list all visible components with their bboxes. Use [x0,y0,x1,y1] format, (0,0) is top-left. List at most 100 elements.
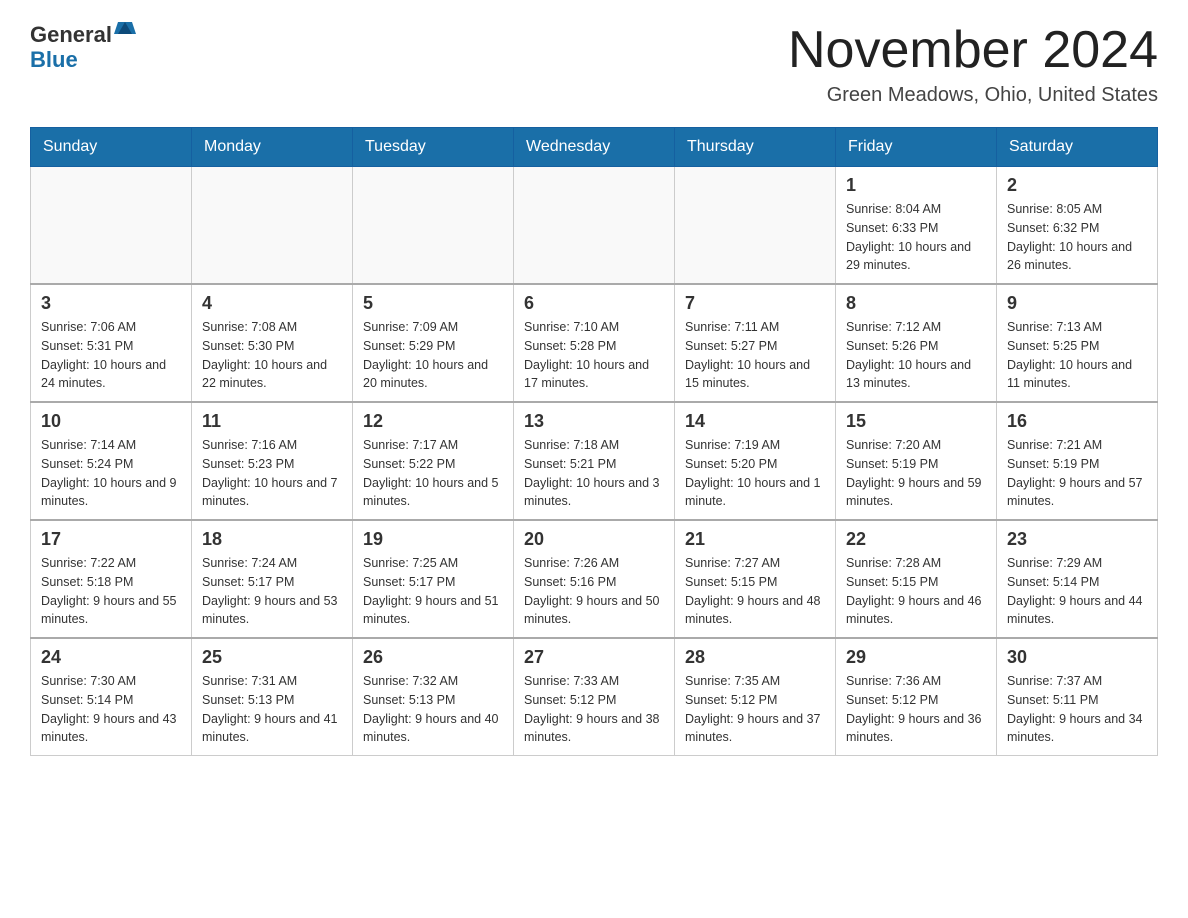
day-number: 11 [202,411,342,432]
day-info: Sunrise: 7:18 AM Sunset: 5:21 PM Dayligh… [524,436,664,511]
col-sunday: Sunday [31,128,192,167]
calendar-cell: 18Sunrise: 7:24 AM Sunset: 5:17 PM Dayli… [192,520,353,638]
cell-content: 27Sunrise: 7:33 AM Sunset: 5:12 PM Dayli… [524,647,664,747]
day-info: Sunrise: 7:09 AM Sunset: 5:29 PM Dayligh… [363,318,503,393]
calendar-cell [192,167,353,285]
col-saturday: Saturday [997,128,1158,167]
day-number: 25 [202,647,342,668]
cell-content: 28Sunrise: 7:35 AM Sunset: 5:12 PM Dayli… [685,647,825,747]
cell-content: 23Sunrise: 7:29 AM Sunset: 5:14 PM Dayli… [1007,529,1147,629]
cell-content: 16 Sunrise: 7:21 AM Sunset: 5:19 PM Dayli… [1007,411,1147,511]
cell-content: 24 Sunrise: 7:30 AM Sunset: 5:14 PM Dayli… [41,647,181,747]
cell-content: 6 Sunrise: 7:10 AM Sunset: 5:28 PM Daylig… [524,293,664,393]
day-number: 29 [846,647,986,668]
day-info: Sunrise: 7:36 AM Sunset: 5:12 PM Dayligh… [846,672,986,747]
calendar-cell: 28Sunrise: 7:35 AM Sunset: 5:12 PM Dayli… [675,638,836,756]
day-number: 24 [41,647,181,668]
day-info: Sunrise: 7:13 AM Sunset: 5:25 PM Dayligh… [1007,318,1147,393]
day-info: Sunrise: 7:10 AM Sunset: 5:28 PM Dayligh… [524,318,664,393]
day-number: 18 [202,529,342,550]
calendar-cell: 23Sunrise: 7:29 AM Sunset: 5:14 PM Dayli… [997,520,1158,638]
calendar-cell: 20Sunrise: 7:26 AM Sunset: 5:16 PM Dayli… [514,520,675,638]
calendar-week-row: 10Sunrise: 7:14 AM Sunset: 5:24 PM Dayli… [31,402,1158,520]
day-number: 21 [685,529,825,550]
calendar-cell: 17 Sunrise: 7:22 AM Sunset: 5:18 PM Dayli… [31,520,192,638]
day-number: 5 [363,293,503,314]
calendar-cell [31,167,192,285]
cell-content: 30Sunrise: 7:37 AM Sunset: 5:11 PM Dayli… [1007,647,1147,747]
day-info: Sunrise: 7:20 AM Sunset: 5:19 PM Dayligh… [846,436,986,511]
calendar-cell: 29 Sunrise: 7:36 AM Sunset: 5:12 PM Dayli… [836,638,997,756]
day-info: Sunrise: 7:29 AM Sunset: 5:14 PM Dayligh… [1007,554,1147,629]
calendar-cell: 21Sunrise: 7:27 AM Sunset: 5:15 PM Dayli… [675,520,836,638]
day-number: 12 [363,411,503,432]
day-info: Sunrise: 7:12 AM Sunset: 5:26 PM Dayligh… [846,318,986,393]
day-number: 16 [1007,411,1147,432]
cell-content: 21Sunrise: 7:27 AM Sunset: 5:15 PM Dayli… [685,529,825,629]
day-number: 28 [685,647,825,668]
location-subtitle: Green Meadows, Ohio, United States [788,84,1158,107]
calendar-cell: 11 Sunrise: 7:16 AM Sunset: 5:23 PM Dayli… [192,402,353,520]
col-friday: Friday [836,128,997,167]
day-info: Sunrise: 7:21 AM Sunset: 5:19 PM Dayligh… [1007,436,1147,511]
day-number: 8 [846,293,986,314]
calendar-cell: 1Sunrise: 8:04 AM Sunset: 6:33 PM Daylig… [836,167,997,285]
cell-content: 26 Sunrise: 7:32 AM Sunset: 5:13 PM Dayli… [363,647,503,747]
logo: General Blue [30,20,136,73]
calendar-header-row: Sunday Monday Tuesday Wednesday Thursday… [31,128,1158,167]
day-info: Sunrise: 7:30 AM Sunset: 5:14 PM Dayligh… [41,672,181,747]
calendar-cell: 22Sunrise: 7:28 AM Sunset: 5:15 PM Dayli… [836,520,997,638]
cell-content: 1Sunrise: 8:04 AM Sunset: 6:33 PM Daylig… [846,175,986,275]
cell-content: 11 Sunrise: 7:16 AM Sunset: 5:23 PM Dayli… [202,411,342,511]
day-info: Sunrise: 7:16 AM Sunset: 5:23 PM Dayligh… [202,436,342,511]
calendar-cell: 13Sunrise: 7:18 AM Sunset: 5:21 PM Dayli… [514,402,675,520]
col-tuesday: Tuesday [353,128,514,167]
calendar-cell: 8 Sunrise: 7:12 AM Sunset: 5:26 PM Daylig… [836,284,997,402]
cell-content: 3Sunrise: 7:06 AM Sunset: 5:31 PM Daylig… [41,293,181,393]
day-number: 26 [363,647,503,668]
calendar-table: Sunday Monday Tuesday Wednesday Thursday… [30,127,1158,756]
logo-blue: Blue [30,47,78,73]
calendar-cell: 30Sunrise: 7:37 AM Sunset: 5:11 PM Dayli… [997,638,1158,756]
cell-content: 22Sunrise: 7:28 AM Sunset: 5:15 PM Dayli… [846,529,986,629]
day-info: Sunrise: 7:31 AM Sunset: 5:13 PM Dayligh… [202,672,342,747]
calendar-cell: 6 Sunrise: 7:10 AM Sunset: 5:28 PM Daylig… [514,284,675,402]
cell-content: 18Sunrise: 7:24 AM Sunset: 5:17 PM Dayli… [202,529,342,629]
calendar-cell [514,167,675,285]
day-number: 17 [41,529,181,550]
col-thursday: Thursday [675,128,836,167]
page-header: General Blue November 2024 Green Meadows… [30,20,1158,107]
day-info: Sunrise: 7:14 AM Sunset: 5:24 PM Dayligh… [41,436,181,511]
cell-content: 19Sunrise: 7:25 AM Sunset: 5:17 PM Dayli… [363,529,503,629]
day-number: 9 [1007,293,1147,314]
day-info: Sunrise: 7:17 AM Sunset: 5:22 PM Dayligh… [363,436,503,511]
day-info: Sunrise: 7:22 AM Sunset: 5:18 PM Dayligh… [41,554,181,629]
logo-triangle-icon [114,20,136,38]
calendar-cell: 26 Sunrise: 7:32 AM Sunset: 5:13 PM Dayli… [353,638,514,756]
cell-content: 20Sunrise: 7:26 AM Sunset: 5:16 PM Dayli… [524,529,664,629]
day-number: 22 [846,529,986,550]
day-number: 6 [524,293,664,314]
calendar-week-row: 3Sunrise: 7:06 AM Sunset: 5:31 PM Daylig… [31,284,1158,402]
cell-content: 5 Sunrise: 7:09 AM Sunset: 5:29 PM Daylig… [363,293,503,393]
cell-content: 2Sunrise: 8:05 AM Sunset: 6:32 PM Daylig… [1007,175,1147,275]
cell-content: 15Sunrise: 7:20 AM Sunset: 5:19 PM Dayli… [846,411,986,511]
day-number: 20 [524,529,664,550]
month-title: November 2024 [788,20,1158,80]
day-info: Sunrise: 7:08 AM Sunset: 5:30 PM Dayligh… [202,318,342,393]
calendar-cell: 9 Sunrise: 7:13 AM Sunset: 5:25 PM Daylig… [997,284,1158,402]
cell-content: 8 Sunrise: 7:12 AM Sunset: 5:26 PM Daylig… [846,293,986,393]
cell-content: 9 Sunrise: 7:13 AM Sunset: 5:25 PM Daylig… [1007,293,1147,393]
logo-general: General [30,22,112,48]
col-wednesday: Wednesday [514,128,675,167]
calendar-cell: 12 Sunrise: 7:17 AM Sunset: 5:22 PM Dayli… [353,402,514,520]
calendar-week-row: 17 Sunrise: 7:22 AM Sunset: 5:18 PM Dayli… [31,520,1158,638]
cell-content: 12 Sunrise: 7:17 AM Sunset: 5:22 PM Dayli… [363,411,503,511]
day-number: 4 [202,293,342,314]
calendar-cell: 15Sunrise: 7:20 AM Sunset: 5:19 PM Dayli… [836,402,997,520]
day-info: Sunrise: 7:11 AM Sunset: 5:27 PM Dayligh… [685,318,825,393]
day-info: Sunrise: 8:04 AM Sunset: 6:33 PM Dayligh… [846,200,986,275]
day-info: Sunrise: 7:32 AM Sunset: 5:13 PM Dayligh… [363,672,503,747]
calendar-cell: 7Sunrise: 7:11 AM Sunset: 5:27 PM Daylig… [675,284,836,402]
calendar-cell [353,167,514,285]
